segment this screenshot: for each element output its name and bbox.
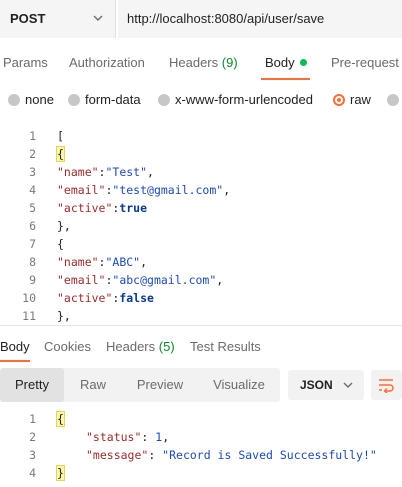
code-line: 7 { bbox=[29, 237, 64, 251]
format-select[interactable]: JSON bbox=[288, 370, 364, 400]
tab-pre-request[interactable]: Pre-request bbox=[331, 55, 399, 70]
tab-params[interactable]: Params bbox=[3, 55, 48, 70]
wrap-lines-icon bbox=[379, 379, 394, 393]
response-tabs: Body Cookies Headers (5) Test Results bbox=[0, 326, 402, 362]
code-line: 11 }, bbox=[22, 309, 71, 323]
format-label: JSON bbox=[300, 378, 333, 392]
view-mode-segment: Pretty Raw Preview Visualize bbox=[0, 368, 280, 402]
request-body-editor[interactable]: 1 [ 2 { 3 "name":"Test", 4 "email":"test… bbox=[0, 127, 402, 324]
view-preview-button[interactable]: Preview bbox=[124, 368, 196, 402]
headers-count: (9) bbox=[221, 55, 238, 70]
response-tab-body[interactable]: Body bbox=[0, 339, 30, 354]
view-pretty-button[interactable]: Pretty bbox=[0, 368, 64, 402]
radio-circle-icon bbox=[8, 94, 20, 106]
active-response-tab-indicator bbox=[0, 360, 30, 362]
view-raw-button[interactable]: Raw bbox=[64, 368, 122, 402]
response-body-viewer[interactable]: 1 { 2 "status": 1, 3 "message": "Record … bbox=[0, 410, 402, 487]
radio-label: none bbox=[25, 92, 54, 107]
status-dot-icon bbox=[299, 59, 307, 66]
response-tab-test-results[interactable]: Test Results bbox=[190, 339, 261, 354]
chevron-down-icon bbox=[343, 382, 353, 388]
code-line: 10 "active":false bbox=[22, 291, 154, 305]
response-view-toolbar: Pretty Raw Preview Visualize JSON bbox=[0, 368, 402, 402]
request-url-bar: POST http://localhost:8080/api/user/save bbox=[0, 0, 402, 38]
code-line: 1 { bbox=[29, 411, 65, 427]
radio-circle-icon bbox=[68, 94, 80, 106]
code-line: 6 }, bbox=[29, 219, 71, 233]
url-text: http://localhost:8080/api/user/save bbox=[127, 11, 325, 26]
code-line: 2 { bbox=[29, 146, 65, 162]
code-line: 3 "message": "Record is Saved Successful… bbox=[29, 448, 377, 462]
chevron-down-icon bbox=[93, 15, 103, 21]
body-type-radios: none form-data x-www-form-urlencoded raw bbox=[0, 82, 402, 118]
code-line: 5 "active":true bbox=[29, 201, 148, 215]
tab-headers[interactable]: Headers (9) bbox=[169, 55, 238, 70]
code-line: 4 } bbox=[29, 465, 65, 481]
code-line: 9 "email":"abc@gmail.com", bbox=[29, 273, 224, 287]
response-tab-cookies[interactable]: Cookies bbox=[44, 339, 91, 354]
response-tab-headers[interactable]: Headers (5) bbox=[106, 339, 175, 354]
code-line: 1 [ bbox=[29, 129, 64, 143]
code-line: 8 "name":"ABC", bbox=[29, 255, 148, 269]
method-select[interactable]: POST bbox=[0, 0, 116, 38]
radio-label: form-data bbox=[85, 92, 141, 107]
code-line: 4 "email":"test@gmail.com", bbox=[29, 183, 231, 197]
code-line: 2 "status": 1, bbox=[29, 430, 170, 444]
radio-circle-icon bbox=[387, 94, 399, 106]
request-tabs: Params Authorization Headers (9) Body Pr… bbox=[0, 38, 402, 82]
tab-body[interactable]: Body bbox=[265, 55, 307, 70]
radio-label: raw bbox=[350, 92, 371, 107]
code-line: 3 "name":"Test", bbox=[29, 165, 154, 179]
response-headers-count: (5) bbox=[158, 339, 175, 354]
radio-selected-icon bbox=[333, 94, 345, 106]
method-label: POST bbox=[10, 11, 46, 26]
radio-label: x-www-form-urlencoded bbox=[175, 92, 313, 107]
view-visualize-button[interactable]: Visualize bbox=[198, 368, 280, 402]
radio-circle-icon bbox=[158, 94, 170, 106]
tab-authorization[interactable]: Authorization bbox=[69, 55, 145, 70]
url-input[interactable]: http://localhost:8080/api/user/save bbox=[118, 0, 402, 38]
active-tab-indicator bbox=[261, 78, 310, 80]
wrap-lines-button[interactable] bbox=[371, 370, 402, 400]
